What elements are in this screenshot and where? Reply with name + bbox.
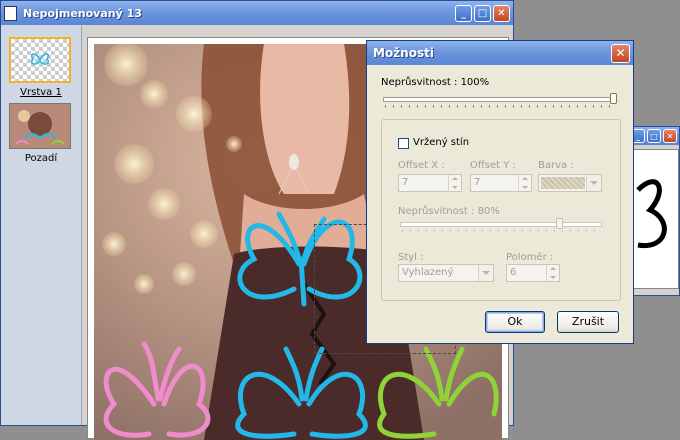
layer-label[interactable]: Pozadí — [1, 153, 81, 164]
color-swatch — [541, 177, 585, 189]
layer-thumbnail-pozadi[interactable] — [9, 103, 71, 149]
style-value: Vyhlazený — [402, 267, 454, 278]
layer-thumbnail-vrstva-1[interactable] — [9, 37, 71, 83]
minimize-button[interactable]: _ — [455, 4, 472, 22]
layers-panel: Vrstva 1 Pozadí — [1, 25, 82, 425]
slider-track — [400, 222, 602, 227]
maximize-button[interactable]: □ — [647, 129, 661, 143]
offset-y-value: 7 — [474, 177, 481, 188]
editor-titlebar[interactable]: Nepojmenovaný 13 _ □ ✕ — [1, 1, 513, 25]
shadow-opacity-slider[interactable] — [400, 218, 602, 234]
radius-value: 6 — [510, 267, 517, 278]
background-photo-thumbnail — [10, 104, 70, 148]
radius-input[interactable]: 6 — [506, 264, 560, 282]
chevron-down-icon[interactable] — [478, 265, 493, 281]
maximize-button[interactable]: □ — [474, 4, 491, 22]
style-select[interactable]: Vyhlazený — [398, 264, 494, 282]
offset-x-input[interactable]: 7 — [398, 174, 462, 192]
close-button[interactable]: ✕ — [493, 4, 510, 22]
offset-x-label: Offset X : — [398, 160, 445, 171]
color-label: Barva : — [538, 160, 574, 171]
dialog-titlebar[interactable]: Možnosti ✕ — [367, 41, 633, 65]
offset-y-input[interactable]: 7 — [470, 174, 532, 192]
radius-label: Poloměr : — [506, 252, 554, 263]
editor-title: Nepojmenovaný 13 — [23, 6, 142, 20]
butterfly-icon — [30, 53, 50, 65]
drop-shadow-label: Vržený stín — [413, 137, 470, 148]
color-picker[interactable] — [538, 174, 602, 192]
document-icon — [4, 5, 17, 21]
style-label: Styl : — [398, 252, 424, 263]
offset-y-label: Offset Y : — [470, 160, 516, 171]
layer-label[interactable]: Vrstva 1 — [1, 87, 81, 98]
close-button[interactable]: ✕ — [663, 129, 677, 143]
cancel-button[interactable]: Zrušit — [557, 311, 619, 333]
dialog-close-button[interactable]: ✕ — [611, 43, 630, 63]
dialog-title: Možnosti — [373, 46, 434, 60]
slider-track — [383, 97, 617, 102]
offset-x-value: 7 — [402, 177, 409, 188]
shadow-group: Vržený stín Offset X : 7 Offset Y : 7 Ba… — [381, 119, 621, 301]
transparent-layer-preview — [11, 39, 69, 81]
drop-shadow-checkbox[interactable] — [398, 138, 409, 149]
slider-ticks — [385, 105, 615, 108]
shadow-opacity-label: Neprůsvitnost : 80% — [398, 206, 500, 217]
radius-spinner[interactable] — [546, 265, 559, 281]
offset-x-spinner[interactable] — [448, 175, 461, 191]
slider-ticks — [402, 230, 600, 233]
slider-thumb[interactable] — [610, 93, 617, 104]
slider-thumb[interactable] — [556, 218, 563, 229]
opacity-label: Neprůsvitnost : 100% — [381, 77, 490, 88]
butterfly-outline-preview — [636, 179, 667, 249]
options-dialog: Možnosti ✕ Neprůsvitnost : 100% Vržený s… — [366, 40, 634, 344]
offset-y-spinner[interactable] — [518, 175, 531, 191]
ok-button[interactable]: Ok — [485, 311, 545, 333]
chevron-down-icon[interactable] — [586, 175, 601, 191]
opacity-slider[interactable] — [383, 93, 617, 109]
secondary-canvas[interactable] — [627, 149, 679, 289]
